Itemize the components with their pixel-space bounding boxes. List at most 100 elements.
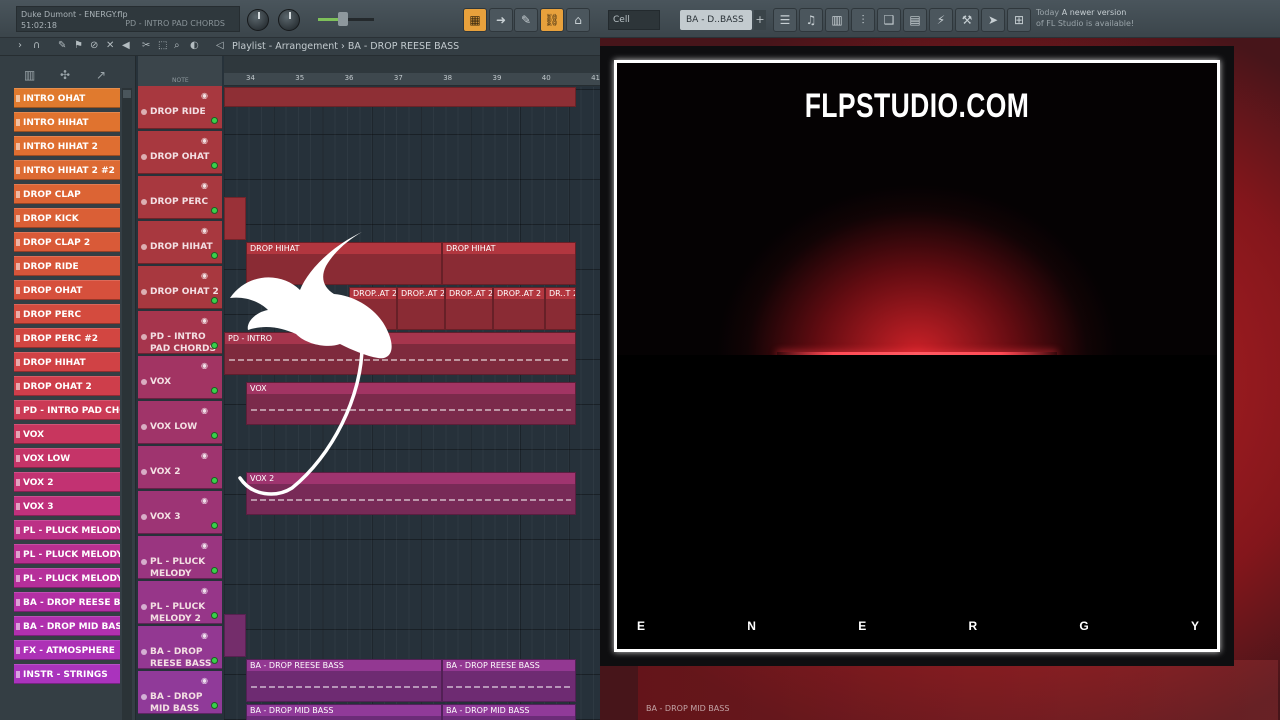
- channel-rack-icon[interactable]: ▥: [825, 8, 849, 32]
- track-tool-icon[interactable]: ◉: [201, 360, 208, 372]
- delete-icon[interactable]: ⊘: [90, 40, 98, 51]
- track-header[interactable]: ◉ VOX 2: [138, 446, 222, 489]
- tools-icon[interactable]: ⚒: [955, 8, 979, 32]
- project-files-icon[interactable]: ▤: [903, 8, 927, 32]
- pattern-item[interactable]: DROP PERC: [14, 304, 120, 324]
- clip-ohat2-e[interactable]: DR..T 2: [545, 287, 576, 330]
- playlist-icon[interactable]: ☰: [773, 8, 797, 32]
- pattern-item[interactable]: VOX LOW: [14, 448, 120, 468]
- track-header[interactable]: ◉ DROP HIHAT: [138, 221, 222, 264]
- piano-roll-icon[interactable]: ♫: [799, 8, 823, 32]
- track-tool-icon[interactable]: ◉: [201, 315, 208, 327]
- pattern-item[interactable]: INTRO OHAT: [14, 88, 120, 108]
- pattern-item[interactable]: DROP HIHAT: [14, 352, 120, 372]
- pattern-item[interactable]: DROP KICK: [14, 208, 120, 228]
- track-header[interactable]: ◉ DROP RIDE: [138, 86, 222, 129]
- pattern-item[interactable]: VOX 3: [14, 496, 120, 516]
- track-header[interactable]: ◉ PD - INTRO PAD CHORDS: [138, 311, 222, 354]
- track-header[interactable]: ◉ VOX 3: [138, 491, 222, 534]
- track-header[interactable]: ◉ DROP PERC: [138, 176, 222, 219]
- slice-icon[interactable]: ✂: [142, 40, 150, 51]
- track-tool-icon[interactable]: ◉: [201, 585, 208, 597]
- pattern-song-toggle-icon[interactable]: ▦: [463, 8, 487, 32]
- pattern-item[interactable]: INTRO HIHAT 2 #2: [14, 160, 120, 180]
- track-tool-icon[interactable]: ◉: [201, 540, 208, 552]
- track-mute-led[interactable]: [211, 207, 218, 214]
- track-header[interactable]: ◉ DROP OHAT: [138, 131, 222, 174]
- timeline-ruler[interactable]: 34 35 36 37 38 39 40 41: [224, 73, 600, 86]
- picker-scrollbar[interactable]: [122, 88, 132, 720]
- track-header[interactable]: ◉ PL - PLUCK MELODY 2: [138, 581, 222, 624]
- clip-drop-hihat-b[interactable]: DROP HIHAT: [442, 242, 576, 285]
- speaker-icon[interactable]: ◁: [216, 40, 224, 51]
- pattern-item[interactable]: DROP CLAP: [14, 184, 120, 204]
- pattern-item[interactable]: BA - DROP MID BASS: [14, 616, 120, 636]
- update-notice[interactable]: Today A newer version of FL Studio is av…: [1036, 7, 1134, 29]
- clip-mid-a[interactable]: BA - DROP MID BASS: [246, 704, 442, 720]
- master-pitch-knob[interactable]: [278, 9, 300, 31]
- shop-icon[interactable]: ⊞: [1007, 8, 1031, 32]
- clip-ohat2-d[interactable]: DROP..AT 2: [493, 287, 545, 330]
- track-header[interactable]: ◉ BA - DROP REESE BASS: [138, 626, 222, 669]
- track-mute-led[interactable]: [211, 522, 218, 529]
- pattern-item[interactable]: PL - PLUCK MELODY: [14, 520, 120, 540]
- pattern-item[interactable]: INTRO HIHAT: [14, 112, 120, 132]
- mute-icon[interactable]: ✕: [106, 40, 114, 51]
- track-tool-icon[interactable]: ◉: [201, 90, 208, 102]
- automation-icon[interactable]: ↗: [96, 68, 106, 82]
- pencil-icon[interactable]: ✎: [58, 40, 66, 51]
- track-mute-led[interactable]: [211, 162, 218, 169]
- clip-pluck2[interactable]: [224, 614, 246, 657]
- step-edit-icon[interactable]: ➜: [489, 8, 513, 32]
- track-tool-icon[interactable]: ◉: [201, 135, 208, 147]
- track-tool-icon[interactable]: ◉: [201, 225, 208, 237]
- pattern-item[interactable]: INSTR - STRINGS: [14, 664, 120, 684]
- track-mute-led[interactable]: [211, 612, 218, 619]
- pattern-item[interactable]: DROP OHAT 2: [14, 376, 120, 396]
- track-header[interactable]: ◉ BA - DROP MID BASS: [138, 671, 222, 714]
- track-mute-led[interactable]: [211, 117, 218, 124]
- clip-reese-b[interactable]: BA - DROP REESE BASS: [442, 659, 576, 702]
- clip-ohat2-c[interactable]: DROP..AT 2: [445, 287, 493, 330]
- browser-icon[interactable]: ❑: [877, 8, 901, 32]
- play-arrow-icon[interactable]: ›: [18, 40, 22, 51]
- clip-reese-a[interactable]: BA - DROP REESE BASS: [246, 659, 442, 702]
- pattern-item[interactable]: DROP RIDE: [14, 256, 120, 276]
- track-header[interactable]: ◉ VOX LOW: [138, 401, 222, 444]
- track-tool-icon[interactable]: ◉: [201, 270, 208, 282]
- pattern-item[interactable]: PL - PLUCK MELODY #2: [14, 544, 120, 564]
- mixer-icon[interactable]: ⫶: [851, 8, 875, 32]
- pattern-item[interactable]: DROP OHAT: [14, 280, 120, 300]
- master-slider[interactable]: [318, 12, 374, 26]
- playback-icon[interactable]: ◐: [190, 40, 199, 51]
- pattern-item[interactable]: INTRO HIHAT 2: [14, 136, 120, 156]
- piano-icon[interactable]: ▥: [24, 68, 35, 82]
- track-tool-icon[interactable]: ◉: [201, 450, 208, 462]
- add-pattern-button[interactable]: +: [754, 10, 766, 30]
- clip-drop-ride[interactable]: [224, 87, 576, 107]
- pattern-selector[interactable]: BA - D..BASS: [680, 10, 752, 30]
- pattern-item[interactable]: DROP CLAP 2: [14, 232, 120, 252]
- select-icon[interactable]: ⬚: [158, 40, 167, 51]
- track-tool-icon[interactable]: ◉: [201, 180, 208, 192]
- zoom-icon[interactable]: ⌕: [174, 40, 180, 51]
- track-tool-icon[interactable]: ◉: [201, 405, 208, 417]
- link-icon[interactable]: ⛓: [540, 8, 564, 32]
- pattern-item[interactable]: BA - DROP REESE BASS: [14, 592, 120, 612]
- wave-icon[interactable]: ✣: [60, 68, 70, 82]
- track-tool-icon[interactable]: ◉: [201, 495, 208, 507]
- metronome-icon[interactable]: ⌂: [566, 8, 590, 32]
- track-tool-icon[interactable]: ◉: [201, 675, 208, 687]
- pattern-item[interactable]: DROP PERC #2: [14, 328, 120, 348]
- clip-mid-b[interactable]: BA - DROP MID BASS: [442, 704, 576, 720]
- master-volume-knob[interactable]: [247, 9, 269, 31]
- track-header[interactable]: ◉ PL - PLUCK MELODY: [138, 536, 222, 579]
- slider-thumb[interactable]: [338, 12, 348, 26]
- pattern-item[interactable]: VOX 2: [14, 472, 120, 492]
- plugin-icon[interactable]: ⚡: [929, 8, 953, 32]
- track-tool-icon[interactable]: ◉: [201, 630, 208, 642]
- snap-select[interactable]: Cell: [608, 10, 660, 30]
- slip-icon[interactable]: ◀: [122, 40, 130, 51]
- pattern-item[interactable]: PL - PLUCK MELODY 2: [14, 568, 120, 588]
- track-mute-led[interactable]: [211, 657, 218, 664]
